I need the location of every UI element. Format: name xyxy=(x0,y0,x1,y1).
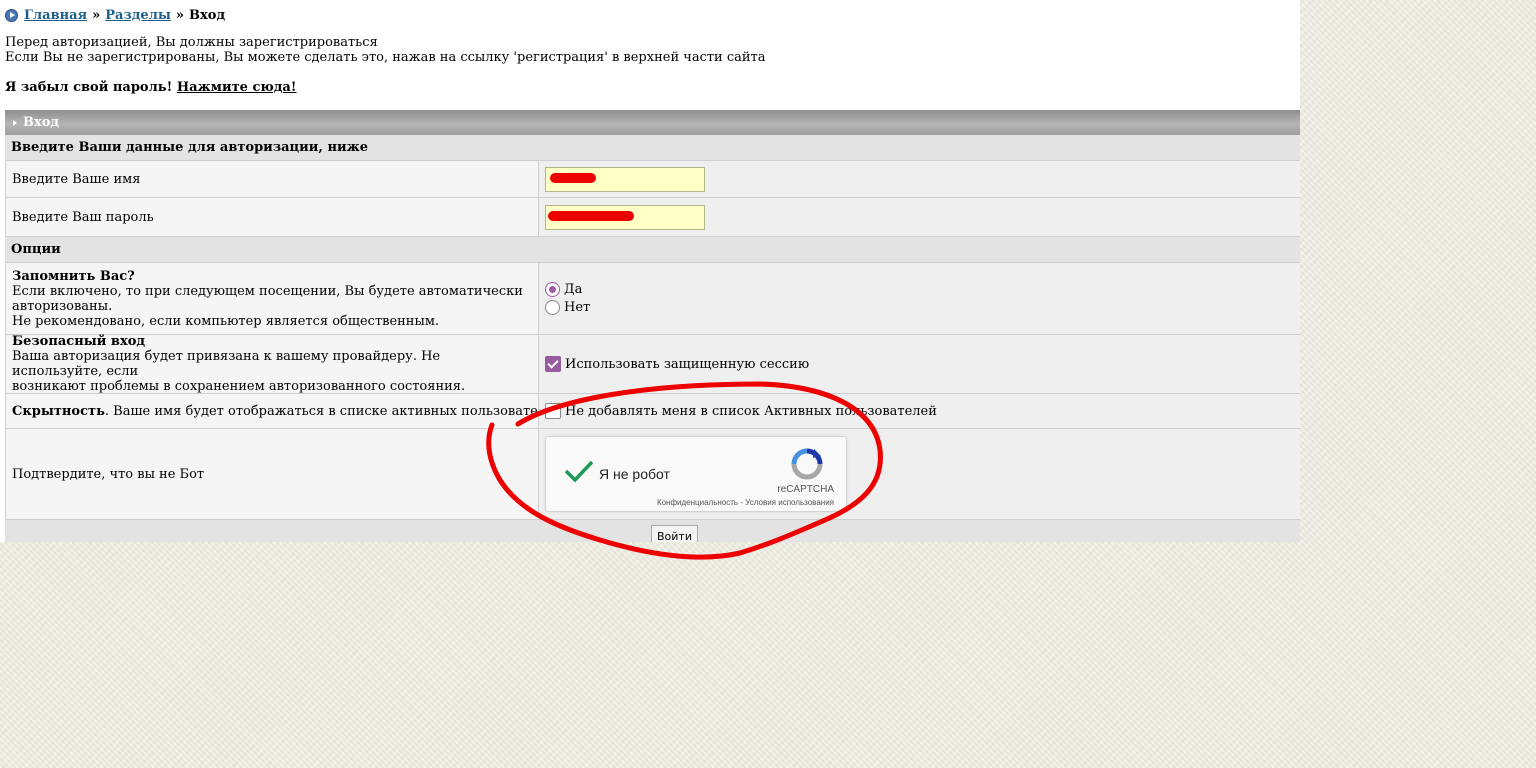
remember-desc: авторизованы. xyxy=(12,298,113,314)
secure-session-option[interactable]: Использовать защищенную сессию xyxy=(545,355,1294,373)
remember-yes-label: Да xyxy=(564,282,583,297)
password-label-text: Введите Ваш пароль xyxy=(12,209,154,225)
forgot-password-text: Я забыл свой пароль! xyxy=(5,80,173,95)
remember-no-radio[interactable] xyxy=(545,300,560,315)
breadcrumb: Главная » Разделы » Вход xyxy=(5,8,225,23)
intro-text: Перед авторизацией, Вы должны зарегистри… xyxy=(5,35,766,65)
secure-options: Использовать защищенную сессию xyxy=(539,335,1300,393)
breadcrumb-separator: » xyxy=(175,8,185,23)
remember-title: Запомнить Вас? xyxy=(12,268,135,284)
hidden-label: Скрытность. Ваше имя будет отображаться … xyxy=(5,394,567,428)
password-label: Введите Ваш пароль xyxy=(5,198,539,236)
hidden-checkbox[interactable] xyxy=(545,403,561,419)
remember-label: Запомнить Вас? Если включено, то при сле… xyxy=(5,263,539,334)
breadcrumb-current: Вход xyxy=(189,8,226,23)
remember-desc: Не рекомендовано, если компьютер являетс… xyxy=(12,313,440,329)
username-input[interactable] xyxy=(545,166,705,192)
login-submit-button[interactable]: Войти xyxy=(651,525,698,542)
recaptcha-terms[interactable]: Конфиденциальность - Условия использован… xyxy=(657,498,834,507)
redaction-scribble xyxy=(550,172,596,183)
recaptcha-brand: reCAPTCHA xyxy=(777,484,834,495)
username-row: Введите Ваше имя xyxy=(5,161,1300,198)
recaptcha-label: Я не робот xyxy=(599,466,670,482)
forgot-password: Я забыл свой пароль! Нажмите сюда! xyxy=(5,80,297,95)
secure-desc: Ваша авторизация будет привязана к вашем… xyxy=(12,349,441,379)
hidden-options: Не добавлять меня в список Активных поль… xyxy=(539,394,1300,428)
forgot-password-link[interactable]: Нажмите сюда! xyxy=(177,80,297,95)
password-input[interactable] xyxy=(545,204,705,230)
hidden-desc: . Ваше имя будет отображаться в списке а… xyxy=(104,403,567,419)
secure-desc: возникают проблемы в сохранением авториз… xyxy=(12,379,466,394)
remember-options: Да Нет xyxy=(539,263,1300,334)
intro-line: Перед авторизацией, Вы должны зарегистри… xyxy=(5,35,378,50)
triangle-right-icon xyxy=(13,119,17,126)
form-footer: Войти xyxy=(5,520,1300,542)
secure-session-label: Использовать защищенную сессию xyxy=(565,356,810,372)
secure-label: Безопасный вход Ваша авторизация будет п… xyxy=(5,334,539,394)
checkmark-icon[interactable] xyxy=(564,459,594,483)
options-header: Опции xyxy=(5,237,1300,263)
remember-row: Запомнить Вас? Если включено, то при сле… xyxy=(5,263,1300,335)
hidden-row: Скрытность. Ваше имя будет отображаться … xyxy=(5,394,1300,429)
password-row: Введите Ваш пароль xyxy=(5,198,1300,237)
hidden-checkbox-label: Не добавлять меня в список Активных поль… xyxy=(565,403,937,419)
login-form: Вход Введите Ваши данные для авторизации… xyxy=(5,110,1300,542)
page-content: Главная » Разделы » Вход Перед авторизац… xyxy=(0,0,1300,542)
username-label-text: Введите Ваше имя xyxy=(12,171,141,187)
recaptcha-widget: Я не робот reCAPTCHA Конфиденциальность … xyxy=(545,436,847,512)
remember-yes-option[interactable]: Да xyxy=(545,281,1294,299)
bot-label: Подтвердите, что вы не Бот xyxy=(5,429,539,519)
password-cell xyxy=(539,198,1300,236)
login-title-bar: Вход xyxy=(5,110,1300,135)
remember-no-option[interactable]: Нет xyxy=(545,299,1294,317)
breadcrumb-separator: » xyxy=(92,8,101,23)
bot-row: Подтвердите, что вы не Бот Я не робот re… xyxy=(5,429,1300,520)
username-cell xyxy=(539,161,1300,197)
redaction-scribble xyxy=(548,210,634,221)
remember-no-label: Нет xyxy=(564,300,591,315)
login-title: Вход xyxy=(23,115,60,130)
secure-title: Безопасный вход xyxy=(12,334,146,349)
circle-arrow-icon xyxy=(5,9,18,22)
remember-desc: Если включено, то при следующем посещени… xyxy=(12,283,523,299)
secure-row: Безопасный вход Ваша авторизация будет п… xyxy=(5,334,1300,394)
username-label: Введите Ваше имя xyxy=(5,161,539,197)
breadcrumb-sections-link[interactable]: Разделы xyxy=(105,8,171,23)
bot-label-text: Подтвердите, что вы не Бот xyxy=(12,466,205,482)
recaptcha-logo-icon xyxy=(791,448,823,480)
breadcrumb-home-link[interactable]: Главная xyxy=(24,8,87,23)
bot-cell: Я не робот reCAPTCHA Конфиденциальность … xyxy=(539,429,1300,519)
remember-yes-radio[interactable] xyxy=(545,282,560,297)
credentials-header: Введите Ваши данные для авторизации, ниж… xyxy=(5,135,1300,161)
intro-line: Если Вы не зарегистрированы, Вы можете с… xyxy=(5,50,766,65)
secure-session-checkbox[interactable] xyxy=(545,356,561,372)
hidden-title: Скрытность xyxy=(12,403,105,419)
hidden-option[interactable]: Не добавлять меня в список Активных поль… xyxy=(545,402,1294,420)
